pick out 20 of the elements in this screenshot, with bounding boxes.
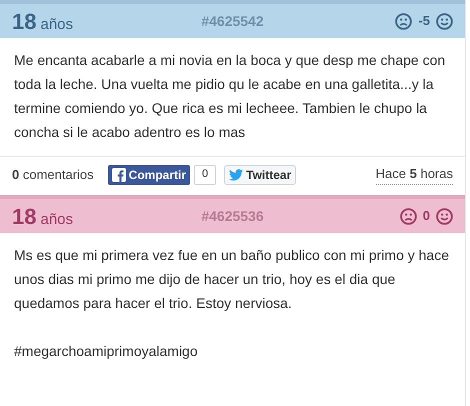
post-text: #megarchoamiprimoyalamigo bbox=[14, 342, 199, 361]
facebook-f-icon bbox=[112, 168, 126, 182]
post-time: Hace 5 horas bbox=[376, 164, 453, 185]
post-text: Me encanta acabarle a mi novia en la boca y que desp me chape con toda la leche. Una vuelta me pidio qu le acabe en una galletita...y la termine comiendo yo. Que rica es mi lecheee. Tambien le chupo la concha si le acabo adentro es lo mas bbox=[14, 51, 446, 142]
age-number: 18 bbox=[12, 8, 36, 36]
vote-score: 0 bbox=[422, 207, 430, 226]
comments-link[interactable]: 0 comentarios bbox=[12, 164, 94, 184]
bird-icon bbox=[229, 168, 244, 180]
age-unit: años bbox=[40, 14, 74, 34]
smiley-face-icon[interactable] bbox=[436, 12, 453, 30]
share-count: 0 bbox=[194, 164, 216, 184]
sad-face-icon[interactable] bbox=[400, 208, 417, 224]
vote-score: -5 bbox=[418, 12, 430, 30]
tweet-button[interactable]: Twittear bbox=[224, 164, 296, 184]
sad-face-icon[interactable] bbox=[395, 12, 412, 30]
age-unit: años bbox=[40, 210, 74, 230]
post-text: Ms es que mi primera vez fue en un baño publico con mi primo y hace unos dias mi primo me dijo de hacer un trio, hoy es el dia que quedamos para hacer el trio. Estoy nerviosa. bbox=[14, 246, 450, 313]
share-button[interactable]: Compartir bbox=[108, 164, 190, 184]
age-number: 18 bbox=[12, 202, 36, 230]
smiley-face-icon[interactable] bbox=[436, 208, 453, 224]
